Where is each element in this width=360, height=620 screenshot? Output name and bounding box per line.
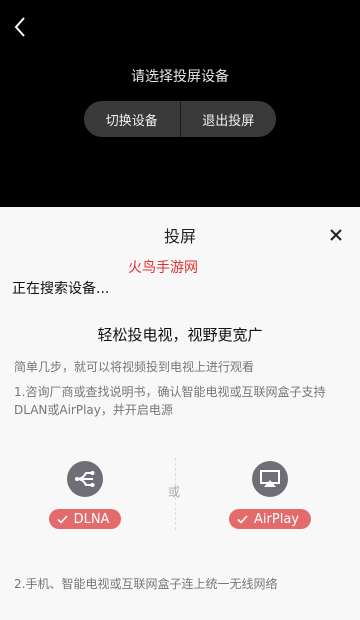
close-icon [330,229,342,241]
exit-cast-button[interactable]: 退出投屏 [181,101,277,137]
close-button[interactable] [326,225,346,245]
cast-control-panel: 请选择投屏设备 切换设备 退出投屏 [0,0,360,207]
airplay-label: AirPlay [254,511,299,527]
dlna-label: DLNA [73,511,110,527]
check-icon [237,514,248,524]
watermark: 火鸟手游网 [128,260,198,276]
step-2-text: 2.手机、智能电视或互联网盒子连上统一无线网络 [14,577,278,591]
cast-sheet: 投屏 火鸟手游网 正在搜索设备... 轻松投电视，视野更宽广 简单几步，就可以将… [0,207,360,620]
back-button[interactable] [8,14,32,40]
check-icon [56,514,68,524]
airplay-badge[interactable]: AirPlay [229,509,311,529]
airplay-option: AirPlay [229,461,311,529]
dlna-badge[interactable]: DLNA [48,509,122,529]
chevron-left-icon [14,17,25,37]
sheet-title: 投屏 [163,227,196,246]
switch-device-button[interactable]: 切换设备 [84,101,180,137]
searching-status: 正在搜索设备... [12,281,110,297]
headline: 轻松投电视，视野更宽广 [97,326,263,344]
or-label: 或 [168,485,181,499]
cast-button-group: 切换设备 退出投屏 [84,101,276,137]
dlna-icon [67,461,103,497]
subline: 简单几步，就可以将视频投到电视上进行观看 [14,360,255,374]
cast-prompt: 请选择投屏设备 [131,69,229,85]
step-1-text: 1.咨询厂商或查找说明书，确认智能电视或互联网盒子支持DLAN或AirPlay，… [14,385,326,417]
airplay-icon [252,461,288,497]
dlna-option: DLNA [45,461,125,529]
